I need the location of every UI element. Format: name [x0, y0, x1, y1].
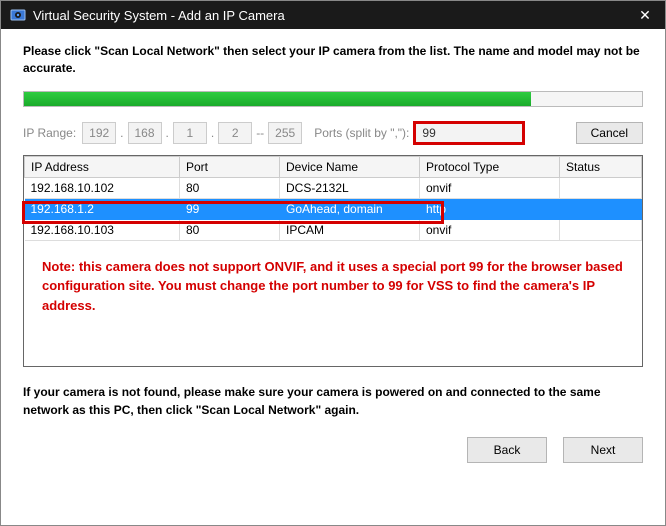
- cell-ip: 192.168.10.103: [25, 219, 180, 240]
- col-port[interactable]: Port: [180, 156, 280, 177]
- range-dash: --: [256, 126, 264, 140]
- col-ip[interactable]: IP Address: [25, 156, 180, 177]
- ip-octet-2[interactable]: [128, 122, 162, 144]
- cell-status: [560, 198, 642, 219]
- ip-range-label: IP Range:: [23, 126, 76, 140]
- table-row[interactable]: 192.168.10.102 80 DCS-2132L onvif: [25, 177, 642, 198]
- dot: .: [166, 126, 169, 140]
- ip-range-row: IP Range: . . . -- Ports (split by ","):…: [23, 121, 643, 145]
- cell-proto: onvif: [420, 219, 560, 240]
- col-device[interactable]: Device Name: [280, 156, 420, 177]
- annotation-note: Note: this camera does not support ONVIF…: [24, 241, 642, 324]
- col-status[interactable]: Status: [560, 156, 642, 177]
- dot: .: [120, 126, 123, 140]
- cell-device: GoAhead, domain: [280, 198, 420, 219]
- cell-proto: http: [420, 198, 560, 219]
- cell-device: IPCAM: [280, 219, 420, 240]
- cell-port: 99: [180, 198, 280, 219]
- table-row[interactable]: 192.168.1.2 99 GoAhead, domain http: [25, 198, 642, 219]
- cell-port: 80: [180, 177, 280, 198]
- scan-progress-bar: [23, 91, 643, 107]
- ip-octet-1[interactable]: [82, 122, 116, 144]
- ip-octet-3[interactable]: [173, 122, 207, 144]
- back-button[interactable]: Back: [467, 437, 547, 463]
- ports-input[interactable]: [413, 121, 525, 145]
- cell-ip: 192.168.10.102: [25, 177, 180, 198]
- col-proto[interactable]: Protocol Type: [420, 156, 560, 177]
- progress-fill: [24, 92, 531, 106]
- cell-device: DCS-2132L: [280, 177, 420, 198]
- camera-table: IP Address Port Device Name Protocol Typ…: [24, 156, 642, 241]
- cancel-button[interactable]: Cancel: [576, 122, 643, 144]
- cell-ip: 192.168.1.2: [25, 198, 180, 219]
- cell-proto: onvif: [420, 177, 560, 198]
- window-title: Virtual Security System - Add an IP Came…: [33, 8, 285, 23]
- cell-status: [560, 219, 642, 240]
- cell-status: [560, 177, 642, 198]
- footer: Back Next: [1, 429, 665, 477]
- next-button[interactable]: Next: [563, 437, 643, 463]
- instructions-text: Please click "Scan Local Network" then s…: [23, 43, 643, 77]
- camera-table-wrap: IP Address Port Device Name Protocol Typ…: [23, 155, 643, 367]
- titlebar: Virtual Security System - Add an IP Came…: [1, 1, 665, 29]
- footer-spacer: [39, 437, 129, 461]
- cell-port: 80: [180, 219, 280, 240]
- table-row[interactable]: 192.168.10.103 80 IPCAM onvif: [25, 219, 642, 240]
- help-text: If your camera is not found, please make…: [23, 383, 643, 419]
- dot: .: [211, 126, 214, 140]
- ports-label: Ports (split by ","):: [314, 126, 409, 140]
- app-icon: [9, 6, 27, 24]
- close-icon[interactable]: ✕: [633, 7, 657, 24]
- ip-octet-4a[interactable]: [218, 122, 252, 144]
- ip-octet-4b[interactable]: [268, 122, 302, 144]
- content-area: Please click "Scan Local Network" then s…: [1, 29, 665, 429]
